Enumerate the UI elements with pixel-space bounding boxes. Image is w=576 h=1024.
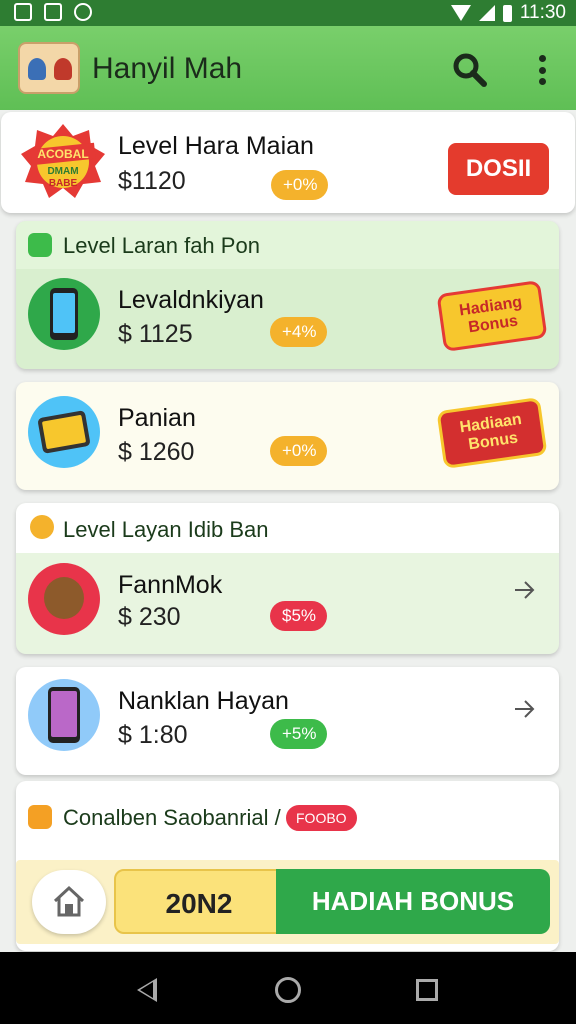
featured-action-button[interactable]: DOSII bbox=[448, 143, 549, 195]
section3-tag: FOOBO bbox=[286, 805, 357, 831]
app-icon bbox=[74, 3, 92, 21]
recent-apps-icon[interactable] bbox=[416, 979, 438, 1001]
section2-card: Level Layan Idib Ban FannMok $ 230 $5% bbox=[16, 503, 559, 654]
clock: 11:30 bbox=[519, 2, 566, 23]
item-price: $ 1:80 bbox=[118, 721, 188, 749]
list-item[interactable]: Nanklan Hayan $ 1:80 +5% bbox=[16, 667, 559, 775]
item-name: Levaldnkiyan bbox=[118, 286, 264, 314]
section3-title: Conalben Saobanrial / bbox=[63, 805, 281, 830]
wifi-icon bbox=[450, 5, 471, 21]
app-logo bbox=[18, 42, 80, 94]
more-options-icon[interactable] bbox=[533, 52, 551, 88]
signal-icon bbox=[478, 5, 495, 21]
featured-logo: ACOBAL DMAM BABE bbox=[21, 124, 105, 198]
mail-icon bbox=[44, 3, 62, 21]
item-change-badge: +4% bbox=[270, 317, 327, 347]
item-price: $ 1260 bbox=[118, 438, 195, 466]
item-thumb-character bbox=[28, 563, 100, 635]
home-icon bbox=[53, 885, 85, 917]
svg-text:DMAM: DMAM bbox=[47, 166, 78, 177]
hadiah-bonus-button[interactable]: HADIAH BONUS bbox=[276, 869, 550, 934]
item-price: $ 1125 bbox=[118, 320, 193, 348]
item-thumb-tablet bbox=[28, 396, 100, 468]
featured-price: $1120 bbox=[118, 167, 186, 195]
status-bar: 11:30 bbox=[0, 0, 576, 26]
crown-icon bbox=[30, 515, 54, 539]
back-icon[interactable] bbox=[137, 978, 157, 1002]
system-status: 11:30 bbox=[450, 2, 566, 24]
item-price: $ 230 bbox=[118, 603, 181, 631]
item-change-badge: +5% bbox=[270, 719, 327, 749]
home-nav-icon[interactable] bbox=[275, 977, 301, 1003]
featured-name: Level Hara Maian bbox=[118, 132, 314, 160]
featured-change-badge: +0% bbox=[271, 170, 328, 200]
app-title: Hanyil Mah bbox=[92, 52, 243, 85]
item-change-badge: $5% bbox=[270, 601, 327, 631]
item-name: Panian bbox=[118, 404, 196, 432]
battery-icon bbox=[502, 4, 512, 22]
mail-icon bbox=[28, 805, 52, 829]
list-item[interactable]: Panian $ 1260 +0% Hadiaan Bonus bbox=[16, 382, 559, 490]
app-bar: Hanyil Mah bbox=[0, 26, 576, 110]
section1-card: Level Laran fah Pon Levaldnkiyan $ 1125 … bbox=[16, 221, 559, 369]
notification-icons bbox=[14, 3, 92, 21]
promo-code-button[interactable]: 20N2 bbox=[114, 869, 284, 934]
notification-icon bbox=[14, 3, 32, 21]
item-thumb-phone-green bbox=[28, 278, 100, 350]
item-thumb-phone-blue bbox=[28, 679, 100, 751]
svg-text:BABE: BABE bbox=[49, 178, 78, 189]
hadiah-bonus-badge[interactable]: Hadiaan Bonus bbox=[436, 397, 548, 469]
section1-title: Level Laran fah Pon bbox=[63, 233, 260, 258]
chevron-right-icon[interactable] bbox=[511, 577, 537, 603]
item-change-badge: +0% bbox=[270, 436, 327, 466]
section2-title: Level Layan Idib Ban bbox=[63, 517, 269, 542]
chevron-right-icon[interactable] bbox=[511, 696, 537, 722]
search-icon[interactable] bbox=[452, 52, 488, 88]
home-button[interactable] bbox=[32, 870, 106, 934]
svg-text:ACOBAL: ACOBAL bbox=[37, 147, 88, 161]
item-name: Nanklan Hayan bbox=[118, 687, 289, 715]
section1-icon bbox=[28, 233, 52, 257]
hadiah-bonus-badge[interactable]: Hadiang Bonus bbox=[436, 280, 548, 352]
item-name: FannMok bbox=[118, 571, 223, 599]
